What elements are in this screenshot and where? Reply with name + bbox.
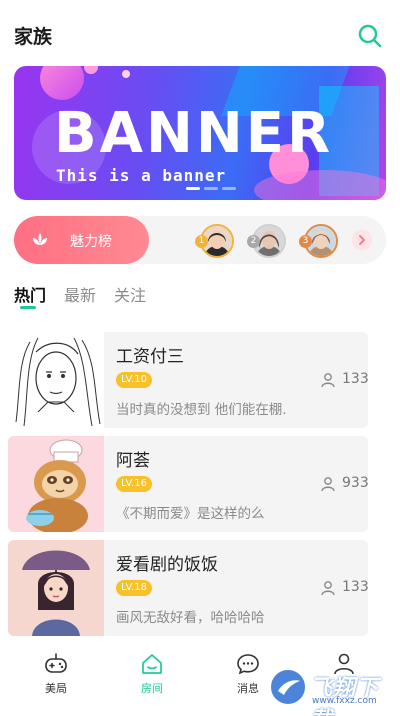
tab-latest[interactable]: 最新 — [64, 282, 96, 306]
card-thumbnail — [8, 332, 104, 428]
watermark-text: 飞翔下载 — [310, 676, 380, 716]
card-title: 工资付三 — [116, 347, 184, 367]
banner-carousel[interactable]: BANNER This is a banner — [14, 66, 386, 200]
watermark-url: www.fxxz.com — [312, 696, 377, 706]
banner-decoration — [84, 66, 98, 74]
banner-dot[interactable] — [186, 187, 200, 190]
tabbar-label: 美局 — [45, 682, 67, 695]
list-item[interactable]: 阿荟 LV.16 《不期而爱》是这样的么 933 — [8, 436, 368, 532]
search-button[interactable] — [356, 22, 384, 50]
banner-decoration — [122, 70, 130, 78]
search-icon[interactable] — [356, 22, 384, 50]
tabbar-label: 房间 — [141, 682, 163, 695]
user-icon — [321, 477, 335, 492]
user-icon — [321, 373, 335, 388]
charm-more-button[interactable] — [352, 230, 372, 250]
sloth-chef-image — [8, 436, 104, 532]
sketch-portrait-image — [8, 332, 104, 428]
banner-dot[interactable] — [204, 187, 218, 190]
list-item[interactable]: 工资付三 LV.10 当时真的没想到 他们能在棚. 1334 — [8, 332, 368, 428]
tabbar-item-games[interactable]: 美局 — [26, 644, 86, 704]
charm-ranking-button[interactable]: 魅力榜 — [14, 216, 149, 264]
card-title: 爱看剧的饭饭 — [116, 555, 218, 575]
page-title: 家族 — [14, 26, 53, 48]
tabbar-item-rooms[interactable]: 房间 — [122, 644, 182, 704]
level-badge: LV.10 — [116, 372, 152, 388]
card-thumbnail — [8, 540, 104, 636]
card-thumbnail — [8, 436, 104, 532]
rank-badge: 1 — [195, 235, 208, 248]
banner-title: BANNER — [54, 101, 334, 166]
level-badge: LV.16 — [116, 476, 152, 492]
umbrella-girl-image — [8, 540, 104, 636]
banner-subtitle: This is a banner — [56, 166, 227, 185]
site-watermark: 飞翔下载 www.fxxz.com — [266, 664, 396, 716]
charm-ranking-label: 魅力榜 — [70, 234, 112, 250]
banner-decoration — [40, 66, 84, 100]
top-bar: 家族 — [0, 0, 400, 66]
charm-ranking-bar[interactable]: 魅力榜 1 2 3 — [14, 216, 386, 264]
chevron-right-icon[interactable] — [352, 230, 372, 250]
member-count: 1334 — [342, 579, 368, 595]
chat-icon — [237, 654, 259, 675]
card-title: 阿荟 — [116, 451, 150, 471]
card-description: 画风无敌好看，哈哈哈哈 — [116, 610, 265, 626]
card-description: 当时真的没想到 他们能在棚. — [116, 402, 287, 418]
banner-dot[interactable] — [222, 187, 236, 190]
lotus-icon — [33, 233, 47, 245]
member-count: 1334 — [342, 371, 368, 387]
list-item[interactable]: 爱看剧的饭饭 LV.18 画风无敌好看，哈哈哈哈 1334 — [8, 540, 368, 636]
rank-badge: 2 — [247, 235, 260, 248]
level-badge: LV.18 — [116, 580, 152, 596]
home-icon — [142, 654, 162, 674]
user-icon — [321, 581, 335, 596]
card-description: 《不期而爱》是这样的么 — [116, 506, 265, 522]
member-count: 933 — [342, 475, 368, 491]
active-tab-indicator — [20, 306, 36, 309]
banner-pagination — [186, 187, 236, 190]
gamepad-icon — [45, 653, 67, 673]
tab-hot[interactable]: 热门 — [14, 282, 46, 306]
watermark-logo-icon — [269, 668, 307, 706]
tab-following[interactable]: 关注 — [114, 282, 146, 306]
rank-badge: 3 — [299, 235, 312, 248]
